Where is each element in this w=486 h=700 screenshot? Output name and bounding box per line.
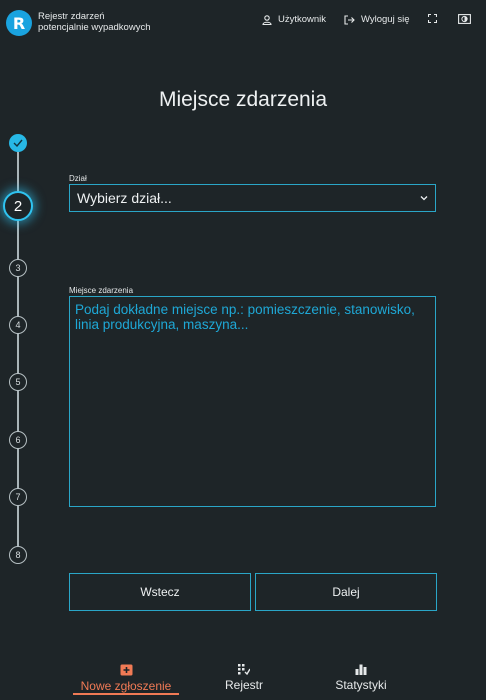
department-select[interactable]: Wybierz dział... bbox=[69, 184, 436, 212]
department-label: Dział bbox=[69, 174, 87, 183]
logout-button[interactable]: Wyloguj się bbox=[344, 14, 410, 25]
app-title-line1: Rejestr zdarzeń bbox=[38, 11, 105, 22]
app-title-line2: potencjalnie wypadkowych bbox=[38, 22, 151, 33]
step-6[interactable]: 6 bbox=[9, 431, 27, 449]
logout-label: Wyloguj się bbox=[361, 14, 410, 25]
logout-icon bbox=[344, 14, 355, 25]
step-current[interactable]: 2 bbox=[3, 191, 33, 221]
check-icon bbox=[13, 139, 23, 147]
nav-register-label: Rejestr bbox=[224, 678, 263, 692]
step-7[interactable]: 7 bbox=[9, 488, 27, 506]
page-title: Miejsce zdarzenia bbox=[158, 88, 328, 111]
fullscreen-button[interactable] bbox=[428, 14, 437, 23]
step-5[interactable]: 5 bbox=[9, 373, 27, 391]
new-report-icon bbox=[120, 664, 132, 676]
place-placeholder: Podaj dokładne miejsce np.: pomieszczeni… bbox=[75, 302, 415, 332]
nav-stats-label: Statystyki bbox=[335, 678, 387, 692]
chevron-down-icon bbox=[420, 196, 428, 201]
step-3[interactable]: 3 bbox=[9, 259, 27, 277]
fullscreen-icon bbox=[428, 14, 437, 23]
contrast-icon bbox=[458, 14, 471, 24]
app-screen: R Rejestr zdarzeń potencjalnie wypadkowy… bbox=[0, 0, 486, 700]
step-8[interactable]: 8 bbox=[9, 546, 27, 564]
nav-new-report[interactable]: Nowe zgłoszenie bbox=[73, 664, 179, 693]
app-logo[interactable]: R bbox=[6, 10, 32, 36]
back-button[interactable]: Wstecz bbox=[69, 573, 251, 611]
nav-stats[interactable]: Statystyki bbox=[326, 664, 396, 692]
nav-new-report-label: Nowe zgłoszenie bbox=[80, 679, 172, 693]
register-icon bbox=[238, 664, 250, 675]
step-4[interactable]: 4 bbox=[9, 316, 27, 334]
app-title: Rejestr zdarzeń potencjalnie wypadkowych bbox=[38, 11, 150, 33]
place-label: Miejsce zdarzenia bbox=[69, 286, 134, 295]
nav-active-indicator bbox=[73, 693, 179, 695]
user-button[interactable]: Użytkownik bbox=[262, 14, 326, 25]
contrast-button[interactable] bbox=[458, 14, 471, 24]
logo-letter: R bbox=[12, 13, 26, 33]
user-icon bbox=[262, 14, 272, 25]
top-bar: R Rejestr zdarzeń potencjalnie wypadkowy… bbox=[0, 0, 486, 44]
user-label: Użytkownik bbox=[278, 14, 327, 25]
department-selected-value: Wybierz dział... bbox=[77, 190, 172, 206]
next-button[interactable]: Dalej bbox=[255, 573, 437, 611]
step-1-completed[interactable] bbox=[9, 134, 27, 152]
nav-register[interactable]: Rejestr bbox=[214, 664, 274, 692]
place-textarea[interactable]: Podaj dokładne miejsce np.: pomieszczeni… bbox=[69, 296, 436, 507]
stats-icon bbox=[355, 664, 367, 675]
